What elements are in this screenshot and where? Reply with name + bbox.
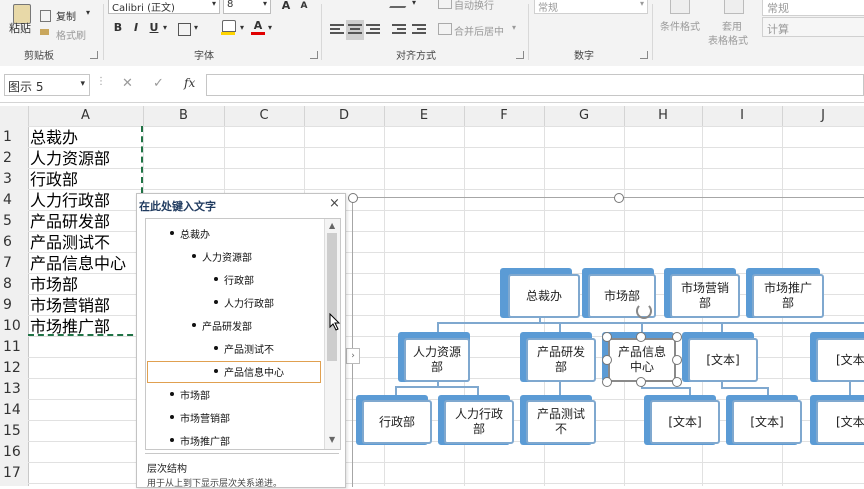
mouse-cursor-icon xyxy=(329,313,341,331)
bullet-icon xyxy=(170,415,174,419)
text-pane-title: 在此处键入文字 xyxy=(139,200,216,213)
text-pane-item-label: 市场部 xyxy=(180,391,210,402)
node-handle-ml[interactable] xyxy=(602,355,612,365)
text-pane-close-icon[interactable]: × xyxy=(329,196,340,211)
bullet-icon xyxy=(192,323,196,327)
node-text-a[interactable]: [文本] xyxy=(688,338,758,382)
footer-title: 层次结构 xyxy=(147,464,187,475)
text-pane-item-label: 行政部 xyxy=(224,276,254,287)
node-market-sales[interactable]: 市场营销部 xyxy=(670,274,740,318)
node-text-c[interactable]: [文本] xyxy=(650,400,720,444)
node-market-promo[interactable]: 市场推广部 xyxy=(752,274,824,318)
text-pane-footer: 层次结构 用于从上到下显示层次关系递进。 xyxy=(145,453,339,489)
node-rd[interactable]: 产品研发部 xyxy=(526,338,596,382)
node-hr[interactable]: 人力资源部 xyxy=(404,338,470,382)
bullet-icon xyxy=(170,392,174,396)
text-pane-scrollbar[interactable]: ▲ ▼ xyxy=(324,219,340,449)
smartart-text-pane: 在此处键入文字 × ▲ ▼ 总裁办人力资源部行政部人力行政部产品研发部产品测试不… xyxy=(136,193,346,489)
text-pane-item-label: 人力行政部 xyxy=(224,299,274,310)
text-pane-item-label: 市场推广部 xyxy=(180,437,230,448)
text-pane-active-item xyxy=(147,361,321,383)
bullet-icon xyxy=(170,438,174,442)
text-pane-item-label: 产品研发部 xyxy=(202,322,252,333)
text-pane-item[interactable]: 产品测试不 xyxy=(146,338,322,358)
text-pane-item[interactable]: 市场部 xyxy=(146,384,322,404)
text-pane-item-label: 市场营销部 xyxy=(180,414,230,425)
rotate-handle-icon[interactable] xyxy=(636,303,652,319)
scroll-thumb[interactable] xyxy=(327,233,337,361)
scroll-down-icon[interactable]: ▼ xyxy=(329,435,335,444)
node-text-d[interactable]: [文本] xyxy=(732,400,802,444)
text-pane-item[interactable]: 产品研发部 xyxy=(146,315,322,335)
node-handle-tr[interactable] xyxy=(672,332,682,342)
node-handle-br[interactable] xyxy=(672,377,682,387)
text-pane-item[interactable]: 市场推广部 xyxy=(146,430,322,449)
node-test[interactable]: 产品测试不 xyxy=(526,400,596,444)
text-pane-item[interactable]: 人力资源部 xyxy=(146,246,322,266)
text-pane-item-label: 总裁办 xyxy=(180,230,210,241)
node-admin[interactable]: 行政部 xyxy=(362,400,432,444)
node-handle-tm[interactable] xyxy=(636,332,646,342)
node-text-e[interactable]: [文本] xyxy=(816,400,864,444)
text-pane-list: ▲ ▼ 总裁办 人力资源部 行政部 人力行政部 产品研发部 产品测试不 产品信息中心 市场部市… xyxy=(145,218,341,450)
scroll-up-icon[interactable]: ▲ xyxy=(329,221,335,230)
bullet-icon xyxy=(192,254,196,258)
text-pane-item[interactable]: 市场营销部 xyxy=(146,407,322,427)
node-text-b[interactable]: [文本] xyxy=(816,338,864,382)
text-pane-item[interactable]: 总裁办 xyxy=(146,223,322,243)
node-handle-tl[interactable] xyxy=(602,332,612,342)
text-pane-item[interactable]: 人力行政部 xyxy=(146,292,322,312)
node-ceo[interactable]: 总裁办 xyxy=(508,274,580,318)
node-handle-bm[interactable] xyxy=(636,377,646,387)
bullet-icon xyxy=(214,277,218,281)
bullet-icon xyxy=(170,231,174,235)
text-pane-item-label: 产品测试不 xyxy=(224,345,274,356)
node-hr-admin[interactable]: 人力行政部 xyxy=(444,400,514,444)
footer-description: 用于从上到下显示层次关系递进。 xyxy=(147,479,283,489)
node-handle-bl[interactable] xyxy=(602,377,612,387)
node-info-center[interactable]: 产品信息中心 xyxy=(608,338,676,382)
text-pane-item-label: 人力资源部 xyxy=(202,253,252,264)
bullet-icon xyxy=(214,346,218,350)
text-pane-item[interactable]: 行政部 xyxy=(146,269,322,289)
bullet-icon xyxy=(214,300,218,304)
node-handle-mr[interactable] xyxy=(672,355,682,365)
